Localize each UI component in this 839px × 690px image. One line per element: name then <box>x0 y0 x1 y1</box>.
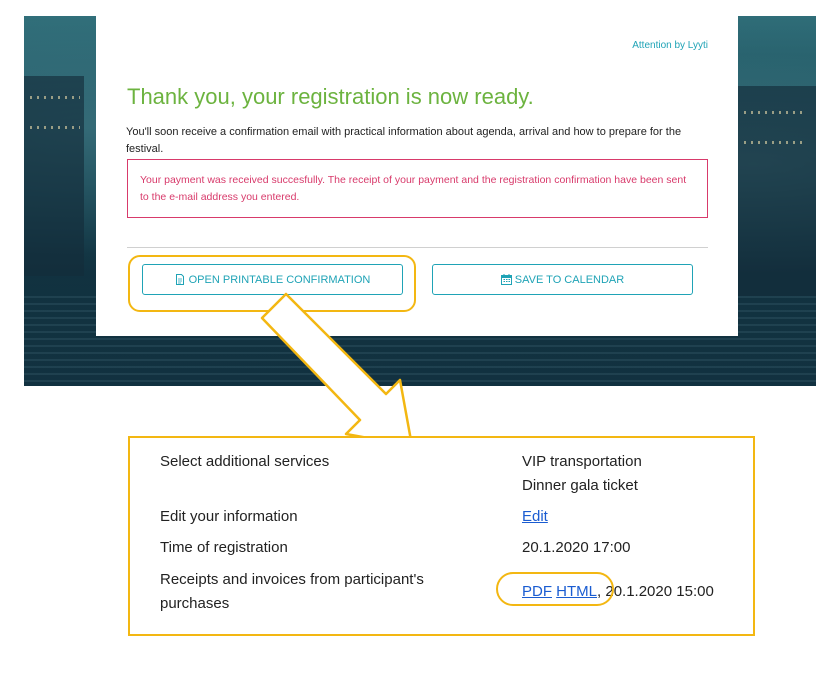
receipt-links-highlight <box>496 572 614 606</box>
receipt-date: 20.1.2020 15:00 <box>601 583 714 600</box>
registration-time-label: Time of registration <box>160 539 288 556</box>
edit-information-label: Edit your information <box>160 508 298 525</box>
additional-service-item: VIP transportation <box>522 453 642 470</box>
registration-time-value: 20.1.2020 17:00 <box>522 539 631 556</box>
receipts-label-line1: Receipts and invoices from participant's <box>160 571 424 588</box>
additional-services-label: Select additional services <box>160 453 330 470</box>
receipts-label-line2: purchases <box>160 595 230 612</box>
edit-link[interactable]: Edit <box>522 505 548 529</box>
receipts-label: Receipts and invoices from participant's… <box>160 568 480 616</box>
additional-service-item: Dinner gala ticket <box>522 477 638 494</box>
registration-details-panel: Select additional services VIP transport… <box>128 436 755 636</box>
